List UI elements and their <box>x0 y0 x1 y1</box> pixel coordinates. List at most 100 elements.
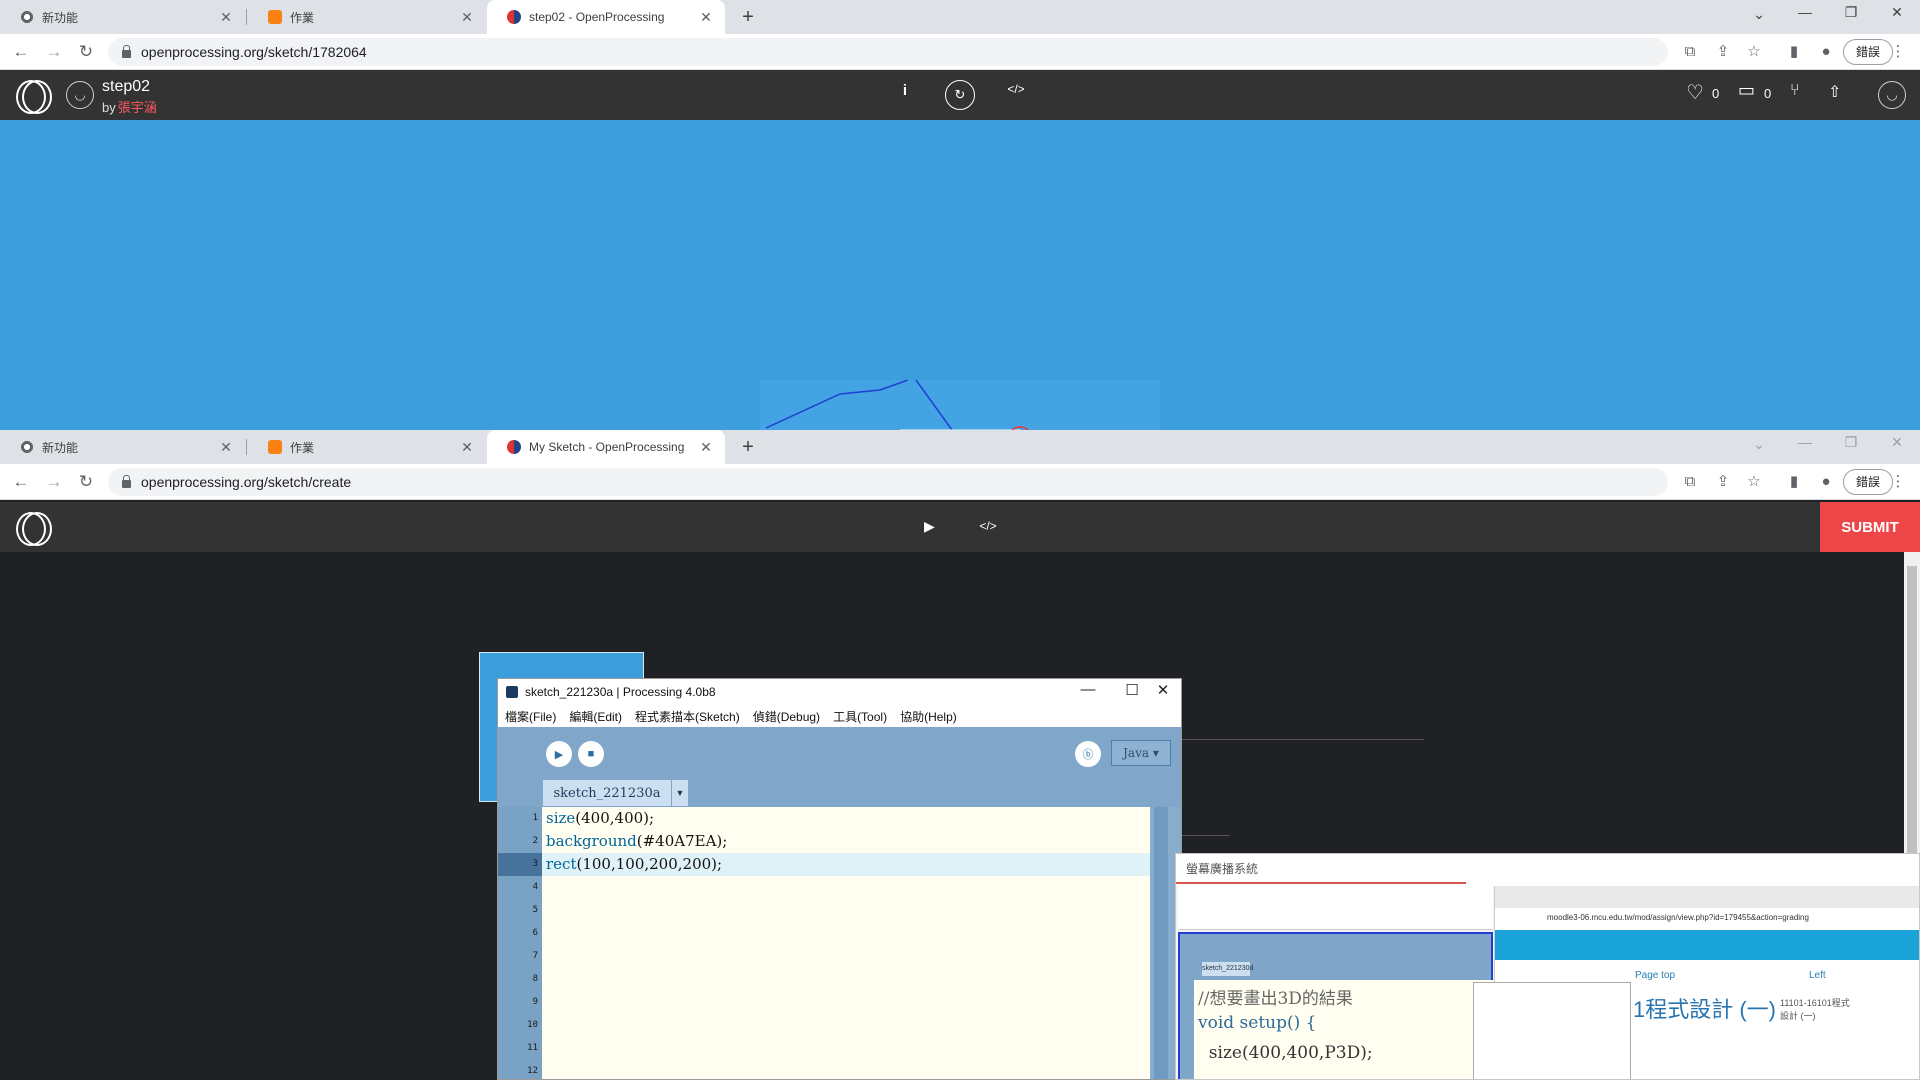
bookmark-star-icon[interactable]: ☆ <box>1744 473 1764 491</box>
embedded-screen-capture <box>760 379 1160 430</box>
forward-icon[interactable]: → <box>43 41 65 63</box>
translate-icon[interactable]: ⧉ <box>1680 43 1700 61</box>
forward-icon[interactable]: → <box>43 471 65 493</box>
close-icon[interactable]: ✕ <box>697 439 715 456</box>
tab-my-sketch[interactable]: My Sketch - OpenProcessing ✕ <box>487 430 725 464</box>
share-export-icon[interactable]: ⇧ <box>1828 82 1841 102</box>
line-number: 8 <box>532 974 538 984</box>
openprocessing-logo[interactable] <box>16 80 52 114</box>
comment-icon[interactable]: ▭ <box>1738 80 1755 101</box>
code-line[interactable]: size(400,400); <box>542 807 1150 830</box>
account-icon[interactable]: ◡ <box>1878 81 1906 109</box>
code-icon[interactable]: </> <box>1006 82 1026 96</box>
back-icon[interactable]: ← <box>10 41 32 63</box>
menu-tool[interactable]: 工具(Tool) <box>833 708 887 725</box>
url-text: openprocessing.org/sketch/create <box>141 474 352 490</box>
play-icon[interactable]: ▶ <box>924 518 935 535</box>
minimize-button[interactable]: — <box>1790 4 1820 20</box>
stop-button[interactable]: ■ <box>578 741 604 767</box>
back-icon[interactable]: ← <box>10 471 32 493</box>
mode-selector[interactable]: Java ▾ <box>1111 740 1171 766</box>
heart-icon[interactable]: ♡ <box>1686 80 1704 105</box>
profile-icon[interactable]: ● <box>1816 43 1836 61</box>
restart-icon[interactable]: ↻ <box>945 80 975 110</box>
close-button[interactable]: ✕ <box>1143 681 1181 699</box>
menu-edit[interactable]: 編輯(Edit) <box>569 708 622 725</box>
reload-icon[interactable]: ↻ <box>75 471 97 493</box>
new-tab-button[interactable]: + <box>737 6 759 29</box>
tab-new-features[interactable]: 新功能 ✕ <box>0 0 245 34</box>
menu-debug[interactable]: 偵錯(Debug) <box>753 708 820 725</box>
processing-ide-window[interactable]: sketch_221230a | Processing 4.0b8 — ☐ ✕ … <box>497 678 1182 1080</box>
screen-broadcast-window[interactable]: 螢幕廣播系統 sketch_221230d //想要畫出3D的結果 void s… <box>1175 853 1920 1080</box>
tab-title: 作業 <box>290 10 315 25</box>
code-icon[interactable]: </> <box>978 519 998 533</box>
new-tab-button[interactable]: + <box>737 436 759 459</box>
openprocessing-icon <box>507 440 521 454</box>
title-underline <box>1180 739 1424 740</box>
menu-file[interactable]: 檔案(File) <box>505 708 556 725</box>
tab-homework[interactable]: 作業 ✕ <box>248 0 486 34</box>
tab-search-icon[interactable]: ⌄ <box>1744 436 1774 453</box>
close-window-button[interactable]: ✕ <box>1882 4 1912 21</box>
code-function: background <box>546 832 637 850</box>
bookmark-star-icon[interactable]: ☆ <box>1744 43 1764 61</box>
profile-error-button[interactable]: 錯誤 <box>1843 39 1894 65</box>
menu-kebab-icon[interactable]: ⋮ <box>1888 43 1908 61</box>
share-icon[interactable]: ⇪ <box>1713 43 1733 61</box>
line-number-gutter: 1 2 3 4 5 6 7 8 9 10 11 12 <box>498 807 542 1079</box>
code-line-current[interactable]: rect(100,100,200,200); <box>542 853 1150 876</box>
fork-icon[interactable]: ⑂ <box>1790 82 1800 100</box>
author-link[interactable]: 張宇涵 <box>118 100 157 115</box>
minimize-button[interactable]: — <box>1790 434 1820 450</box>
menu-help[interactable]: 協助(Help) <box>900 708 957 725</box>
code-args: (#40A7EA); <box>636 832 728 850</box>
restore-button[interactable]: ❐ <box>1836 434 1866 451</box>
tab-title: My Sketch - OpenProcessing <box>529 440 685 454</box>
tab-menu-arrow-icon[interactable]: ▼ <box>672 780 688 806</box>
menu-sketch[interactable]: 程式素描本(Sketch) <box>635 708 740 725</box>
close-icon[interactable]: ✕ <box>697 9 715 26</box>
close-icon[interactable]: ✕ <box>217 9 235 26</box>
tab-search-icon[interactable]: ⌄ <box>1744 6 1774 23</box>
profile-icon[interactable]: ● <box>1816 473 1836 491</box>
code-line[interactable]: background(#40A7EA); <box>542 830 1150 853</box>
ide-window-title: sketch_221230a | Processing 4.0b8 <box>525 685 716 699</box>
close-icon[interactable]: ✕ <box>458 9 476 26</box>
close-window-button[interactable]: ✕ <box>1882 434 1912 451</box>
address-bar[interactable]: openprocessing.org/sketch/1782064 <box>108 38 1668 66</box>
code-function: size <box>546 809 576 827</box>
share-icon[interactable]: ⇪ <box>1713 473 1733 491</box>
tab-new-features[interactable]: 新功能 ✕ <box>0 430 245 464</box>
user-avatar-icon[interactable]: ◡ <box>66 81 94 109</box>
side-panel-icon[interactable]: ▮ <box>1784 473 1804 491</box>
sketch-title[interactable]: step02 <box>102 78 150 96</box>
reload-icon[interactable]: ↻ <box>75 41 97 63</box>
profile-error-button[interactable]: 錯誤 <box>1843 469 1894 495</box>
submit-button[interactable]: SUBMIT <box>1820 502 1920 552</box>
remote-bookmark-bar <box>1495 886 1919 908</box>
debugger-icon[interactable]: ⓑ <box>1075 741 1101 767</box>
address-bar[interactable]: openprocessing.org/sketch/create <box>108 468 1668 496</box>
close-icon[interactable]: ✕ <box>217 439 235 456</box>
close-icon[interactable]: ✕ <box>458 439 476 456</box>
translate-icon[interactable]: ⧉ <box>1680 473 1700 491</box>
minimize-button[interactable]: — <box>1068 681 1108 698</box>
line-number-current: 3 <box>498 853 542 876</box>
tab-step02[interactable]: step02 - OpenProcessing ✕ <box>487 0 725 34</box>
code-editor[interactable]: size(400,400); background(#40A7EA); rect… <box>542 807 1150 1079</box>
sketch-header: ◡ step02 by 張宇涵 i ↻ </> ♡ 0 ▭ 0 ⑂ ⇧ ◡ <box>0 70 1920 120</box>
info-icon[interactable]: i <box>898 82 912 99</box>
scrollbar-thumb[interactable] <box>1907 566 1917 866</box>
top-browser-toolbar: ← → ↻ openprocessing.org/sketch/1782064 … <box>0 34 1920 70</box>
ide-main-panel: ▶ ■ ⓑ Java ▾ sketch_221230a ▼ 1 2 3 4 5 … <box>498 727 1181 1079</box>
menu-kebab-icon[interactable]: ⋮ <box>1888 473 1908 491</box>
openprocessing-logo[interactable] <box>16 512 52 546</box>
sketch-tab[interactable]: sketch_221230a <box>543 780 671 806</box>
side-panel-icon[interactable]: ▮ <box>1784 43 1804 61</box>
sketch-canvas[interactable] <box>0 120 1920 430</box>
run-button[interactable]: ▶ <box>546 741 572 767</box>
restore-button[interactable]: ❐ <box>1836 4 1866 21</box>
code-function: rect <box>546 855 577 873</box>
tab-homework[interactable]: 作業 ✕ <box>248 430 486 464</box>
